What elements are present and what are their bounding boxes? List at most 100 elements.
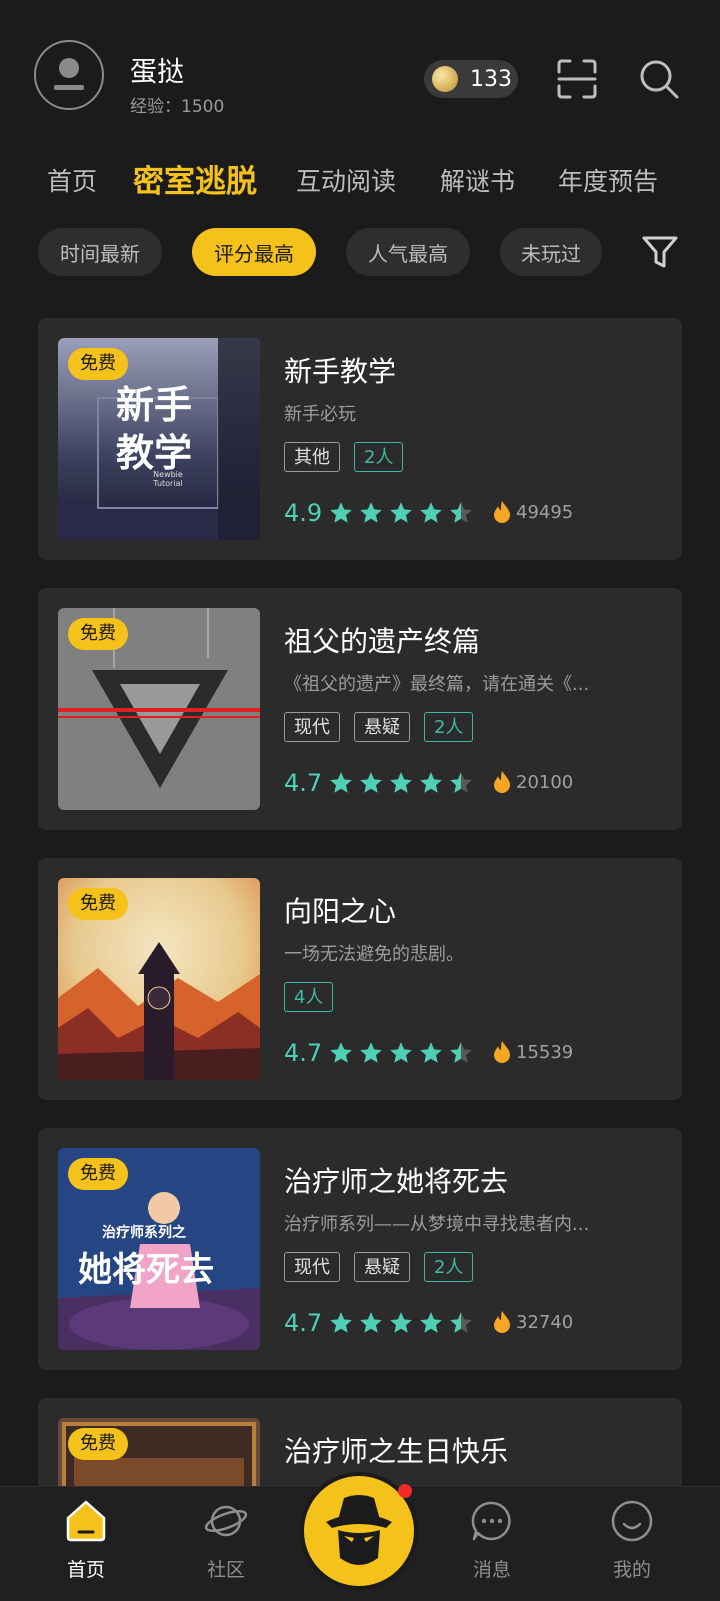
nav-label: 消息 [472, 1559, 511, 1581]
nav-label: 社区 [206, 1559, 245, 1581]
star-icon [420, 772, 442, 793]
coin-count: 133 [470, 66, 512, 92]
free-badge: 免费 [68, 888, 128, 920]
game-cover: 治疗师系列之 她将死去 免费 [58, 1148, 260, 1350]
flame-icon [494, 501, 510, 523]
nav-community[interactable]: 社区 [176, 1487, 276, 1601]
free-badge: 免费 [68, 1428, 128, 1460]
game-tags: 现代 悬疑 2人 [284, 1252, 474, 1282]
game-tags: 4人 [284, 982, 334, 1012]
star-icon [420, 1042, 442, 1063]
category-tabs: 首页 密室逃脱 互动阅读 解谜书 年度预告 [0, 150, 720, 210]
nav-profile[interactable]: 我的 [582, 1487, 682, 1601]
game-card[interactable]: 免费 向阳之心 一场无法避免的悲剧。 4人 4.7 15539 [38, 858, 682, 1100]
nav-label: 首页 [66, 1559, 105, 1581]
free-badge: 免费 [68, 1158, 128, 1190]
star-rating [328, 1310, 474, 1336]
search-icon[interactable] [638, 58, 680, 100]
free-badge: 免费 [68, 618, 128, 650]
flame-icon [494, 1311, 510, 1333]
game-title: 祖父的遗产终篇 [284, 625, 481, 658]
tab-interactive-reading[interactable]: 互动阅读 [296, 162, 396, 198]
tab-puzzle-book[interactable]: 解谜书 [440, 162, 515, 198]
coin-balance[interactable]: 133 [424, 60, 518, 98]
star-icon [390, 1312, 412, 1333]
rating: 4.7 [284, 766, 474, 800]
experience: 经验：1500 [130, 92, 224, 117]
game-card[interactable]: 治疗师系列之 她将死去 免费 治疗师之她将死去 治疗师系列——从梦境中寻找患者内… [38, 1128, 682, 1370]
game-card[interactable]: 新手 教学 Newbie Tutorial 免费 新手教学 新手必玩 其他 2人… [38, 318, 682, 560]
username: 蛋挞 [130, 57, 184, 88]
tab-annual-preview[interactable]: 年度预告 [558, 162, 658, 198]
nav-home[interactable]: 首页 [36, 1487, 136, 1601]
star-rating [328, 1040, 474, 1066]
planet-icon [204, 1505, 248, 1537]
coin-icon [432, 66, 458, 92]
game-cover: 免费 [58, 878, 260, 1080]
game-title: 向阳之心 [284, 895, 397, 928]
star-rating [328, 770, 474, 796]
home-icon [66, 1500, 106, 1542]
filter-top-rated[interactable]: 评分最高 [192, 228, 316, 276]
popularity-count: 49495 [516, 501, 574, 523]
player-count-tag: 2人 [424, 1252, 474, 1282]
popularity: 32740 [492, 1310, 573, 1334]
half-star-icon [450, 772, 472, 793]
cover-subtitle: Newbie Tutorial [153, 470, 183, 488]
rating: 4.7 [284, 1036, 474, 1070]
tab-escape-room[interactable]: 密室逃脱 [133, 156, 257, 201]
exp-label: 经验： [130, 97, 181, 117]
avatar[interactable] [34, 40, 104, 110]
game-tags: 其他 2人 [284, 442, 404, 472]
game-description: 一场无法避免的悲剧。 [284, 944, 464, 965]
game-cover: 免费 [58, 608, 260, 810]
header: 蛋挞 经验：1500 133 [0, 0, 720, 150]
tag: 悬疑 [354, 712, 410, 742]
game-description: 《祖父的遗产》最终篇，请在通关《... [284, 674, 590, 695]
player-count-tag: 2人 [424, 712, 474, 742]
notification-dot [398, 1484, 412, 1498]
half-star-icon [450, 502, 472, 523]
flame-icon [494, 771, 510, 793]
player-count-tag: 2人 [354, 442, 404, 472]
cover-title: 她将死去 [78, 1250, 214, 1290]
rating-score: 4.7 [284, 769, 323, 797]
chat-icon [471, 1501, 511, 1541]
smile-icon [611, 1500, 653, 1542]
star-icon [330, 1312, 352, 1333]
popularity: 20100 [492, 770, 573, 794]
free-badge: 免费 [68, 348, 128, 380]
star-rating [328, 500, 474, 526]
popularity: 49495 [492, 500, 573, 524]
tag: 现代 [284, 712, 340, 742]
game-card[interactable]: 免费 祖父的遗产终篇 《祖父的遗产》最终篇，请在通关《... 现代 悬疑 2人 … [38, 588, 682, 830]
filter-unplayed[interactable]: 未玩过 [500, 228, 602, 276]
nav-messages[interactable]: 消息 [442, 1487, 542, 1601]
game-description: 治疗师系列——从梦境中寻找患者内... [284, 1214, 590, 1235]
sort-filters: 时间最新 评分最高 人气最高 未玩过 [0, 228, 720, 280]
tab-home[interactable]: 首页 [47, 162, 97, 198]
scan-icon[interactable] [556, 58, 598, 100]
rating: 4.9 [284, 496, 474, 530]
filter-newest[interactable]: 时间最新 [38, 228, 162, 276]
star-icon [390, 502, 412, 523]
star-icon [330, 1042, 352, 1063]
cover-subtitle: 治疗师系列之 [102, 1225, 186, 1241]
tag: 现代 [284, 1252, 340, 1282]
game-title: 新手教学 [284, 355, 397, 388]
tag: 悬疑 [354, 1252, 410, 1282]
cover-title-2: 教学 [116, 431, 193, 475]
star-icon [420, 1312, 442, 1333]
star-icon [420, 502, 442, 523]
star-icon [360, 1312, 382, 1333]
flame-icon [494, 1041, 510, 1063]
half-star-icon [450, 1312, 472, 1333]
popularity-count: 32740 [516, 1311, 574, 1333]
cover-title-1: 新手 [116, 383, 193, 427]
exp-value: 1500 [181, 97, 225, 117]
filter-most-popular[interactable]: 人气最高 [346, 228, 470, 276]
game-tags: 现代 悬疑 2人 [284, 712, 474, 742]
star-icon [330, 502, 352, 523]
filter-icon[interactable] [640, 232, 680, 272]
game-title: 治疗师之她将死去 [284, 1165, 509, 1198]
